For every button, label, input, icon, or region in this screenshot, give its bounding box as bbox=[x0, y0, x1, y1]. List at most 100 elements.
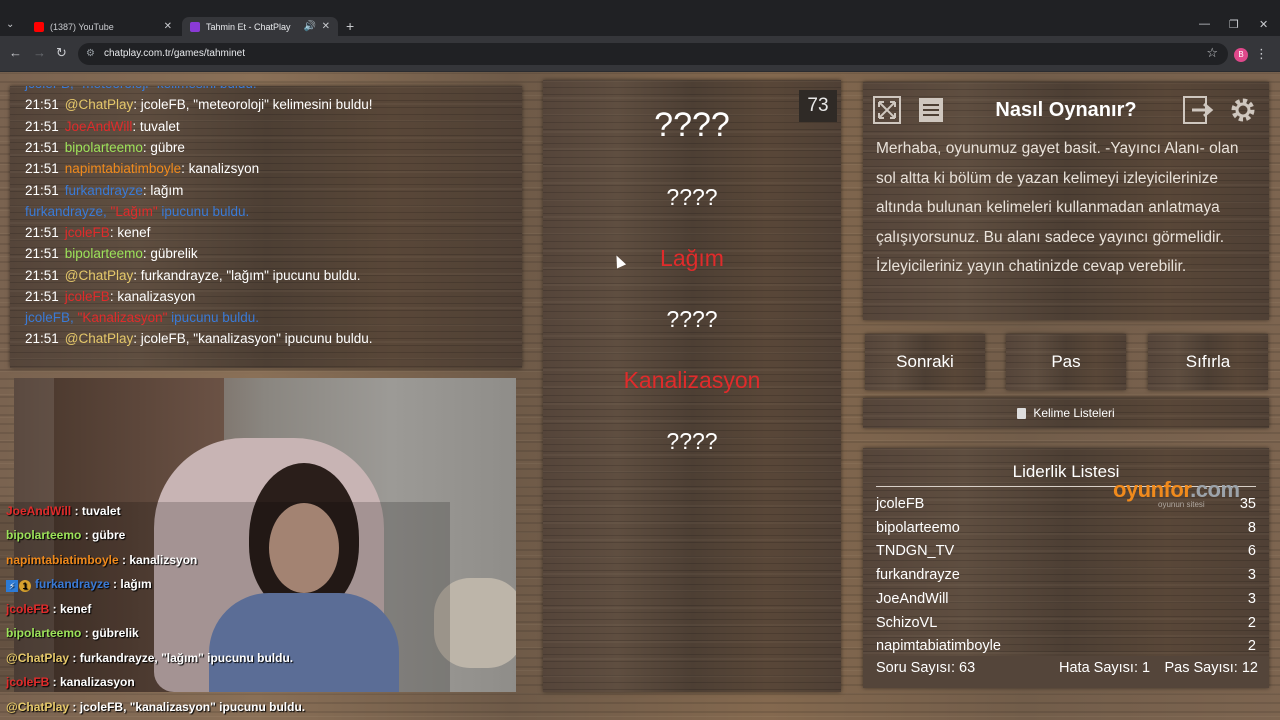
gear-icon[interactable] bbox=[1227, 94, 1259, 126]
leaderboard-player: bipolarteemo bbox=[876, 519, 960, 536]
chat-username[interactable]: bipolarteemo bbox=[65, 246, 143, 261]
oyunfor-tagline: oyunun sitesi bbox=[1158, 500, 1205, 509]
leaderboard-score: 2 bbox=[1247, 614, 1256, 631]
document-icon bbox=[1017, 407, 1027, 419]
tab-label: (1387) YouTube bbox=[50, 21, 114, 32]
word-slot-4: ???? bbox=[666, 306, 718, 332]
back-icon[interactable]: ← bbox=[9, 46, 22, 60]
game-page: jcoleFB, "meteoroloji" kelimesini buldu!… bbox=[0, 72, 1280, 720]
leaderboard-player: JoeAndWill bbox=[876, 590, 949, 607]
reset-button[interactable]: Sıfırla bbox=[1148, 334, 1268, 390]
chat-log-line: 21:51 bipolarteemo: gübre bbox=[25, 140, 185, 155]
site-info-icon[interactable]: ⚙ bbox=[86, 48, 95, 59]
chat-message: ipucunu buldu. bbox=[157, 204, 250, 219]
words-panel: ???? ???? Lağım ???? Kanalizasyon ???? bbox=[543, 80, 841, 692]
chat-message: ipucunu buldu. bbox=[167, 310, 259, 325]
minimize-icon[interactable]: — bbox=[1199, 18, 1210, 30]
chat-timestamp: 21:51 bbox=[25, 183, 59, 198]
chat-username[interactable]: bipolarteemo bbox=[65, 140, 143, 155]
leaderboard-player: SchizoVL bbox=[876, 614, 938, 631]
chat-timestamp: 21:51 bbox=[25, 225, 59, 240]
chat-log-panel: jcoleFB, "meteoroloji" kelimesini buldu!… bbox=[10, 86, 522, 368]
leaderboard-score: 6 bbox=[1247, 543, 1256, 560]
question-count: Soru Sayısı: 63 bbox=[876, 660, 976, 676]
browser-tab-bar: ⌄ (1387) YouTube ✕ Tahmin Et - ChatPlay … bbox=[0, 0, 1280, 36]
new-tab-icon[interactable]: + bbox=[346, 18, 354, 34]
chat-username[interactable]: napimtabiatimboyle bbox=[65, 161, 181, 176]
overlay-username: @ChatPlay bbox=[6, 700, 70, 714]
restore-icon[interactable]: ❐ bbox=[1229, 18, 1239, 31]
chat-hint-word: "Kanalizasyon" bbox=[77, 310, 168, 325]
chat-log-line: 21:51 jcoleFB: kenef bbox=[25, 225, 150, 240]
chat-message: : kanalizasyon bbox=[109, 289, 196, 304]
close-tab-icon[interactable]: ✕ bbox=[322, 21, 330, 32]
chat-message: : kenef bbox=[109, 225, 151, 240]
chat-username[interactable]: @ChatPlay bbox=[65, 268, 133, 283]
chat-username[interactable]: @ChatPlay bbox=[65, 97, 133, 112]
chat-timestamp: 21:51 bbox=[25, 246, 59, 261]
word-slot-2: ???? bbox=[666, 184, 718, 210]
browser-toolbar: ← → ↻ ⚙ chatplay.com.tr/games/tahminet ☆… bbox=[0, 36, 1280, 72]
chatplay-icon bbox=[190, 21, 200, 32]
word-lists-label: Kelime Listeleri bbox=[1033, 406, 1115, 420]
how-to-play-panel: Nasıl Oynanır? Merhaba, oyunumuz gayet b… bbox=[863, 82, 1269, 320]
chat-message: : furkandrayze, "lağım" ipucunu buldu. bbox=[133, 268, 361, 283]
chat-log-line: 21:51 jcoleFB: kanalizasyon bbox=[25, 289, 195, 304]
chat-username[interactable]: jcoleFB, bbox=[25, 310, 78, 325]
chat-log-line: 21:51 @ChatPlay: jcoleFB, "kanalizasyon" … bbox=[25, 331, 373, 346]
chat-timestamp: 21:51 bbox=[25, 119, 59, 134]
tab-chatplay[interactable]: Tahmin Et - ChatPlay 🔊 ✕ bbox=[182, 17, 338, 36]
word-slot-6: ???? bbox=[666, 428, 718, 454]
word-slot-5: Kanalizasyon bbox=[623, 367, 761, 393]
pass-count: Pas Sayısı: 12 bbox=[1164, 660, 1259, 676]
pass-button[interactable]: Pas bbox=[1006, 334, 1126, 390]
leaderboard-score: 35 bbox=[1239, 496, 1256, 512]
leaderboard-score: 2 bbox=[1247, 638, 1256, 655]
chat-log-line: 21:51 furkandrayze: lağım bbox=[25, 183, 183, 198]
chat-username[interactable]: jcoleFB bbox=[25, 86, 70, 91]
chat-timestamp: 21:51 bbox=[25, 331, 59, 346]
kebab-menu-icon[interactable]: ⋮ bbox=[1255, 46, 1268, 62]
exit-icon[interactable] bbox=[1183, 94, 1215, 126]
profile-avatar[interactable]: B bbox=[1234, 48, 1248, 62]
overlay-chat-shade bbox=[0, 502, 450, 692]
leaderboard-score: 8 bbox=[1247, 519, 1256, 536]
word-lists-button[interactable]: Kelime Listeleri bbox=[863, 398, 1269, 428]
leaderboard-score: 3 bbox=[1247, 590, 1256, 607]
chat-log-line: 21:51 JoeAndWill: tuvalet bbox=[25, 119, 180, 134]
close-tab-icon[interactable]: ✕ bbox=[164, 21, 172, 32]
chat-username[interactable]: @ChatPlay bbox=[65, 331, 133, 346]
next-button[interactable]: Sonraki bbox=[865, 334, 985, 390]
chat-log-line: jcoleFB, "meteoroloji" kelimesini buldu! bbox=[25, 86, 257, 91]
bookmark-star-icon[interactable]: ☆ bbox=[1206, 45, 1218, 61]
tab-label: Tahmin Et - ChatPlay bbox=[206, 21, 291, 32]
chat-timestamp: 21:51 bbox=[25, 289, 59, 304]
chat-timestamp: 21:51 bbox=[25, 161, 59, 176]
chat-timestamp: 21:51 bbox=[25, 268, 59, 283]
chat-message: , "meteoroloji" kelimesini buldu! bbox=[70, 86, 257, 91]
chat-username[interactable]: furkandrayze, bbox=[25, 204, 111, 219]
chat-message: : jcoleFB, "meteoroloji" kelimesini buld… bbox=[133, 97, 373, 112]
tab-search-icon[interactable]: ⌄ bbox=[6, 19, 14, 30]
chat-message: : gübre bbox=[142, 140, 185, 155]
leaderboard-player: TNDGN_TV bbox=[876, 543, 955, 560]
leaderboard-score: 3 bbox=[1247, 567, 1256, 584]
chat-timestamp: 21:51 bbox=[25, 97, 59, 112]
speaker-icon[interactable]: 🔊 bbox=[304, 21, 316, 32]
chat-message: : gübrelik bbox=[142, 246, 198, 261]
chat-message: : tuvalet bbox=[132, 119, 180, 134]
chat-username[interactable]: furkandrayze bbox=[65, 183, 143, 198]
mistake-count: Hata Sayısı: 1 bbox=[1059, 660, 1151, 676]
chat-username[interactable]: jcoleFB bbox=[65, 225, 110, 240]
leaderboard-player: jcoleFB bbox=[876, 496, 925, 512]
tab-youtube[interactable]: (1387) YouTube ✕ bbox=[26, 17, 180, 36]
forward-icon[interactable]: → bbox=[33, 46, 46, 60]
chat-username[interactable]: JoeAndWill bbox=[65, 119, 133, 134]
close-window-icon[interactable]: ✕ bbox=[1259, 18, 1268, 31]
address-bar[interactable]: ⚙ chatplay.com.tr/games/tahminet bbox=[78, 43, 1228, 65]
overlay-chat-line: @ChatPlay : jcoleFB, "kanalizasyon" ipuc… bbox=[6, 700, 305, 714]
how-to-play-description: Merhaba, oyunumuz gayet basit. -Yayıncı … bbox=[876, 140, 1239, 275]
reload-icon[interactable]: ↻ bbox=[56, 46, 67, 60]
word-slot-3: Lağım bbox=[660, 245, 724, 271]
chat-username[interactable]: jcoleFB bbox=[65, 289, 110, 304]
